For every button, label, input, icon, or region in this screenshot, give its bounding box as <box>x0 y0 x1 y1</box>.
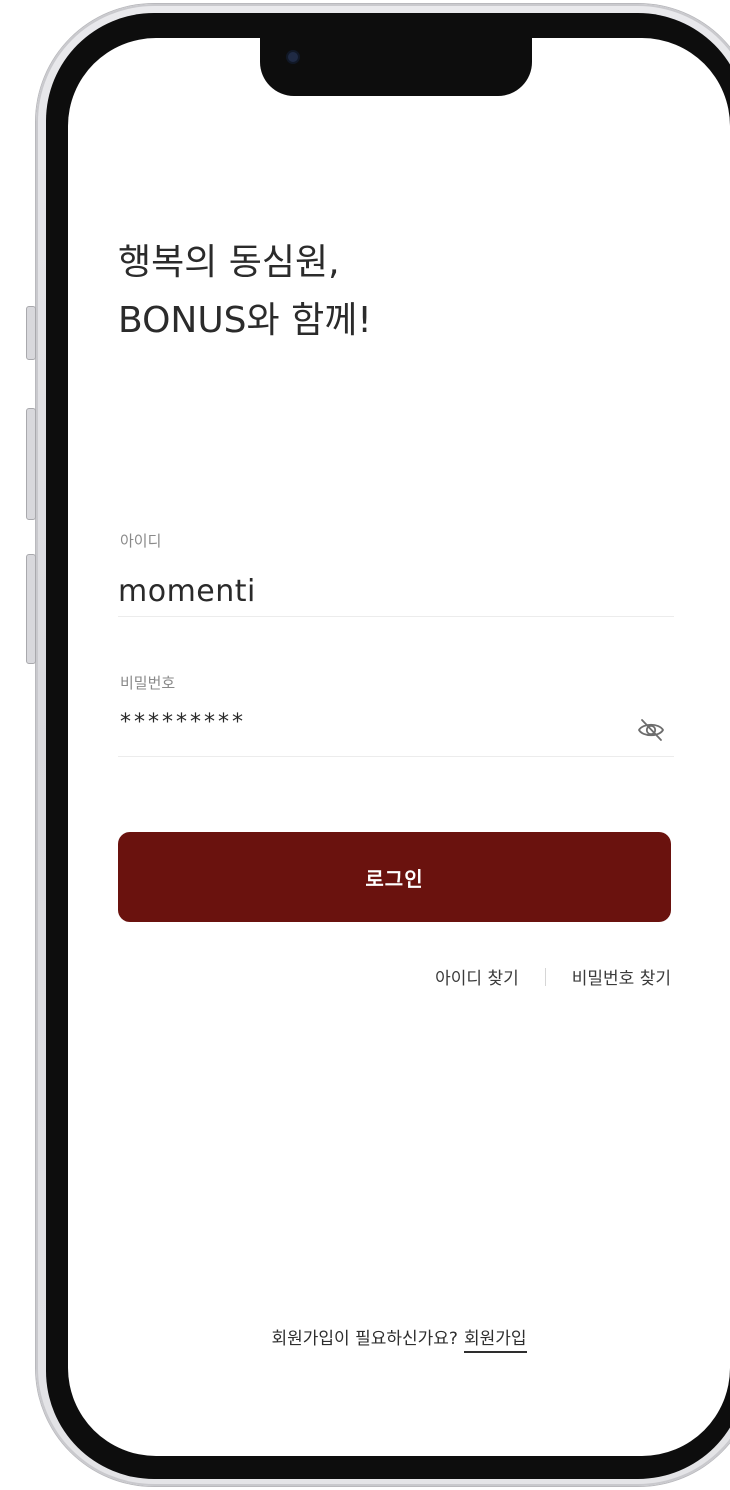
notch <box>260 38 532 96</box>
password-field-label: 비밀번호 <box>120 674 176 692</box>
id-input[interactable]: momenti <box>118 574 256 609</box>
volume-up-button <box>26 408 36 520</box>
login-button[interactable]: 로그인 <box>118 832 671 922</box>
password-field-underline <box>118 756 674 757</box>
signup-prompt: 회원가입이 필요하신가요? <box>271 1329 458 1349</box>
find-id-link[interactable]: 아이디 찾기 <box>435 964 519 989</box>
app-stage: 행복의 동심원, BONUS와 함께! 아이디 momenti 비밀번호 ***… <box>0 0 730 1490</box>
password-input[interactable]: ********* <box>120 710 246 735</box>
title-line-1: 행복의 동심원, <box>118 242 340 283</box>
login-screen: 행복의 동심원, BONUS와 함께! 아이디 momenti 비밀번호 ***… <box>68 38 730 1456</box>
signup-row: 회원가입이 필요하신가요? 회원가입 <box>68 1324 730 1353</box>
link-separator <box>544 967 546 986</box>
page-title: 행복의 동심원, BONUS와 함께! <box>118 234 372 350</box>
title-line-2: BONUS와 함께! <box>118 300 372 341</box>
id-field-underline <box>118 616 674 617</box>
camera-icon <box>288 52 298 62</box>
mute-switch <box>26 306 36 360</box>
find-account-links: 아이디 찾기 비밀번호 찾기 <box>435 964 671 989</box>
volume-down-button <box>26 554 36 664</box>
id-field-label: 아이디 <box>120 532 162 550</box>
eye-off-icon[interactable] <box>636 718 666 742</box>
signup-link[interactable]: 회원가입 <box>463 1329 527 1353</box>
find-password-link[interactable]: 비밀번호 찾기 <box>572 964 671 989</box>
